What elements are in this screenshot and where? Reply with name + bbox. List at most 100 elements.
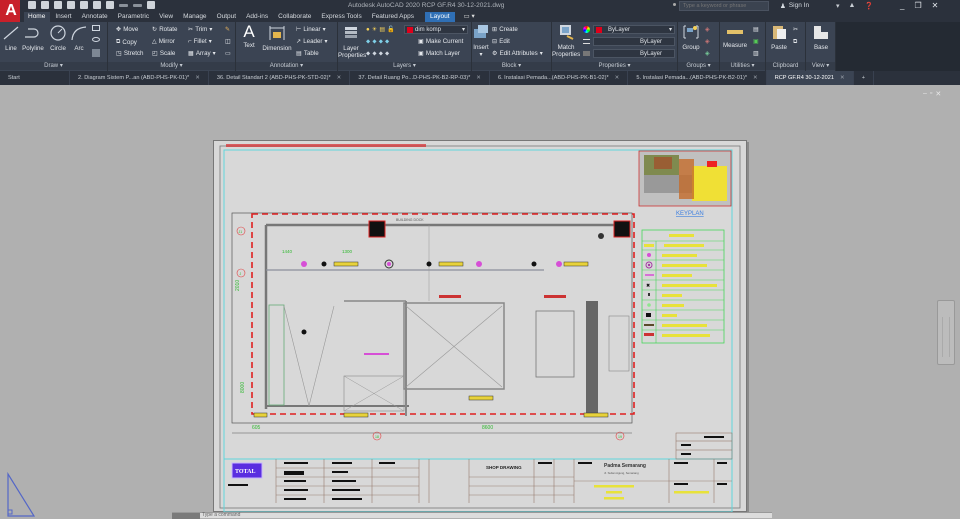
help-icon[interactable]: ❓ bbox=[864, 2, 873, 10]
publish-icon[interactable] bbox=[80, 1, 88, 9]
close-tab-icon[interactable]: ✕ bbox=[753, 71, 758, 85]
close-tab-icon[interactable]: ✕ bbox=[337, 71, 342, 85]
ribbon-tab-parametric[interactable]: Parametric bbox=[113, 12, 154, 22]
undo-icon[interactable] bbox=[119, 3, 128, 7]
ribbon-tab-view[interactable]: View bbox=[154, 12, 178, 22]
ribbon-tab-collaborate[interactable]: Collaborate bbox=[273, 12, 316, 22]
modify-panel-label[interactable]: Modify ▾ bbox=[108, 62, 235, 70]
redo-icon[interactable] bbox=[133, 3, 142, 7]
ribbon-tab-annotate[interactable]: Annotate bbox=[77, 12, 113, 22]
scale-tool[interactable]: ◰ Scale bbox=[152, 50, 175, 57]
move-tool[interactable]: ✥ Move bbox=[116, 26, 138, 33]
mirror-tool[interactable]: △ Mirror bbox=[152, 38, 175, 45]
line-tool[interactable]: Line bbox=[2, 25, 20, 52]
command-line[interactable]: Type a command bbox=[172, 512, 772, 519]
layer-dropdown[interactable]: dim komp ▾ bbox=[404, 25, 468, 34]
workspace-icon[interactable] bbox=[147, 1, 155, 9]
ribbon-tab-output[interactable]: Output bbox=[212, 12, 242, 22]
explode-tool[interactable]: ◫ bbox=[225, 38, 231, 45]
clipboard-panel-label[interactable]: Clipboard bbox=[766, 62, 805, 70]
base-view-tool[interactable]: Base bbox=[810, 24, 832, 51]
save-icon[interactable] bbox=[54, 1, 62, 9]
rectangle-tool[interactable] bbox=[92, 25, 100, 31]
layer-tools-row-2[interactable]: ⬥ ⬥ ⬥ ⬥ bbox=[366, 50, 389, 58]
ribbon-tab-insert[interactable]: Insert bbox=[50, 12, 76, 22]
viewport-minimize-button[interactable]: – bbox=[923, 90, 927, 98]
minimize-button[interactable]: _ bbox=[900, 1, 904, 10]
close-tab-icon[interactable]: ✕ bbox=[195, 71, 200, 85]
insert-tool[interactable]: Insert ▾ bbox=[472, 24, 490, 58]
restore-button[interactable]: ❐ bbox=[914, 1, 921, 10]
doc-tab[interactable]: 2. Diagram Sistem P...an (ABD-PHS-PK-01)… bbox=[70, 71, 209, 85]
stretch-tool[interactable]: ◳ Stretch bbox=[116, 50, 143, 57]
new-tab-button[interactable]: + bbox=[854, 71, 874, 85]
close-tab-icon[interactable]: ✕ bbox=[840, 71, 845, 85]
cart-icon[interactable]: ▾ bbox=[836, 2, 840, 10]
create-block-tool[interactable]: ⊞ Create bbox=[492, 26, 518, 33]
lineweight-dropdown[interactable]: ByLayer bbox=[593, 37, 675, 46]
viewport-restore-button[interactable]: ▫ bbox=[930, 90, 932, 98]
paste-tool[interactable]: Paste bbox=[768, 24, 790, 51]
circle-tool[interactable]: Circle bbox=[48, 25, 68, 52]
doc-tab[interactable]: 36. Detail Standart 2 (ABD-PHS-PK-STD-02… bbox=[209, 71, 351, 85]
linetype-dropdown[interactable]: ByLayer bbox=[593, 49, 675, 58]
group-tool[interactable]: Group bbox=[680, 24, 702, 51]
match-layer-tool[interactable]: ▣ Match Layer bbox=[418, 50, 460, 57]
help-search-input[interactable] bbox=[679, 1, 769, 11]
layer-properties-tool[interactable]: Layer Properties bbox=[338, 25, 366, 59]
ribbon-tab-manage[interactable]: Manage bbox=[178, 12, 212, 22]
array-tool[interactable]: ▦ Array ▾ bbox=[188, 50, 216, 57]
cut-tool[interactable]: ✂ bbox=[793, 26, 798, 33]
copy-clip-tool[interactable]: ⧉ bbox=[793, 38, 797, 46]
share-icon[interactable] bbox=[93, 1, 101, 9]
ribbon-display-toggle-button[interactable]: ▭ ▾ bbox=[459, 12, 480, 22]
doc-tab[interactable]: 6. Instalasi Pemada...(ABD-PHS-PK-B1-02)… bbox=[490, 71, 629, 85]
block-panel-label[interactable]: Block ▾ bbox=[472, 62, 551, 70]
save-as-icon[interactable] bbox=[67, 1, 75, 9]
ungroup-tool[interactable]: ◈ bbox=[705, 26, 710, 33]
ribbon-tab-featured-apps[interactable]: Featured Apps bbox=[367, 12, 419, 22]
arc-tool[interactable]: Arc bbox=[70, 25, 88, 52]
fillet-tool[interactable]: ⌐ Fillet ▾ bbox=[188, 38, 212, 45]
ellipse-tool[interactable] bbox=[92, 37, 100, 42]
make-current-tool[interactable]: ▣ Make Current bbox=[418, 38, 463, 45]
linear-tool[interactable]: ⊢ Linear ▾ bbox=[296, 26, 326, 33]
color-dropdown[interactable]: ByLayer ▾ bbox=[593, 25, 675, 34]
new-icon[interactable] bbox=[28, 1, 36, 9]
app-menu-button[interactable]: A bbox=[0, 0, 24, 22]
group-select-tool[interactable]: ◈ bbox=[705, 50, 710, 57]
close-tab-icon[interactable]: ✕ bbox=[476, 71, 481, 85]
ribbon-tab-layout[interactable]: Layout bbox=[425, 12, 455, 22]
dimension-tool[interactable]: Dimension bbox=[261, 25, 293, 52]
navigation-bar[interactable] bbox=[937, 300, 955, 365]
draw-panel-label[interactable]: Draw ▾ bbox=[0, 62, 107, 70]
close-button[interactable]: ✕ bbox=[932, 1, 939, 10]
sign-in-button[interactable]: ♟ Sign In bbox=[780, 2, 809, 10]
doc-tab-start[interactable]: Start bbox=[0, 71, 70, 85]
layer-state-icons[interactable]: ● ☀ ▤ 🔓 bbox=[366, 25, 395, 34]
utilities-panel-label[interactable]: Utilities ▾ bbox=[720, 62, 765, 70]
hatch-tool[interactable] bbox=[92, 49, 100, 57]
doc-tab[interactable]: 37. Detail Ruang Po...D-PHS-PK-B2-RP-03)… bbox=[350, 71, 490, 85]
ribbon-tab-add-ins[interactable]: Add-ins bbox=[241, 12, 273, 22]
properties-panel-label[interactable]: Properties ▾ bbox=[552, 62, 677, 70]
command-line-buttons[interactable] bbox=[172, 513, 200, 519]
doc-tab[interactable]: RCP GF.R4 30-12-2021 ✕ bbox=[766, 71, 854, 85]
layout-paper-sheet[interactable]: KEYPLAN ✖ 2010 8000 8600 605 1440 1300 B… bbox=[213, 140, 747, 513]
table-tool[interactable]: ▤ Table bbox=[296, 50, 319, 57]
groups-panel-label[interactable]: Groups ▾ bbox=[678, 62, 719, 70]
annotation-panel-label[interactable]: Annotation ▾ bbox=[236, 62, 337, 70]
erase-tool[interactable]: ✎ bbox=[225, 26, 230, 33]
copy-tool[interactable]: ⧉ Copy bbox=[116, 38, 137, 46]
trim-tool[interactable]: ✂ Trim ▾ bbox=[188, 26, 212, 33]
ribbon-tab-express-tools[interactable]: Express Tools bbox=[316, 12, 366, 22]
quick-calc-tool[interactable]: ▤ bbox=[753, 26, 759, 33]
view-panel-label[interactable]: View ▾ bbox=[806, 62, 835, 70]
measure-tool[interactable]: Measure bbox=[722, 24, 748, 49]
ribbon-tab-home[interactable]: Home bbox=[23, 12, 51, 22]
edit-block-tool[interactable]: ⊟ Edit bbox=[492, 38, 510, 45]
edit-attributes-tool[interactable]: ⚙ Edit Attributes ▾ bbox=[492, 50, 543, 57]
count-tool[interactable]: ▣ bbox=[753, 38, 759, 45]
offset-tool[interactable]: ▭ bbox=[225, 50, 231, 57]
viewport-close-button[interactable]: ✕ bbox=[935, 90, 941, 98]
